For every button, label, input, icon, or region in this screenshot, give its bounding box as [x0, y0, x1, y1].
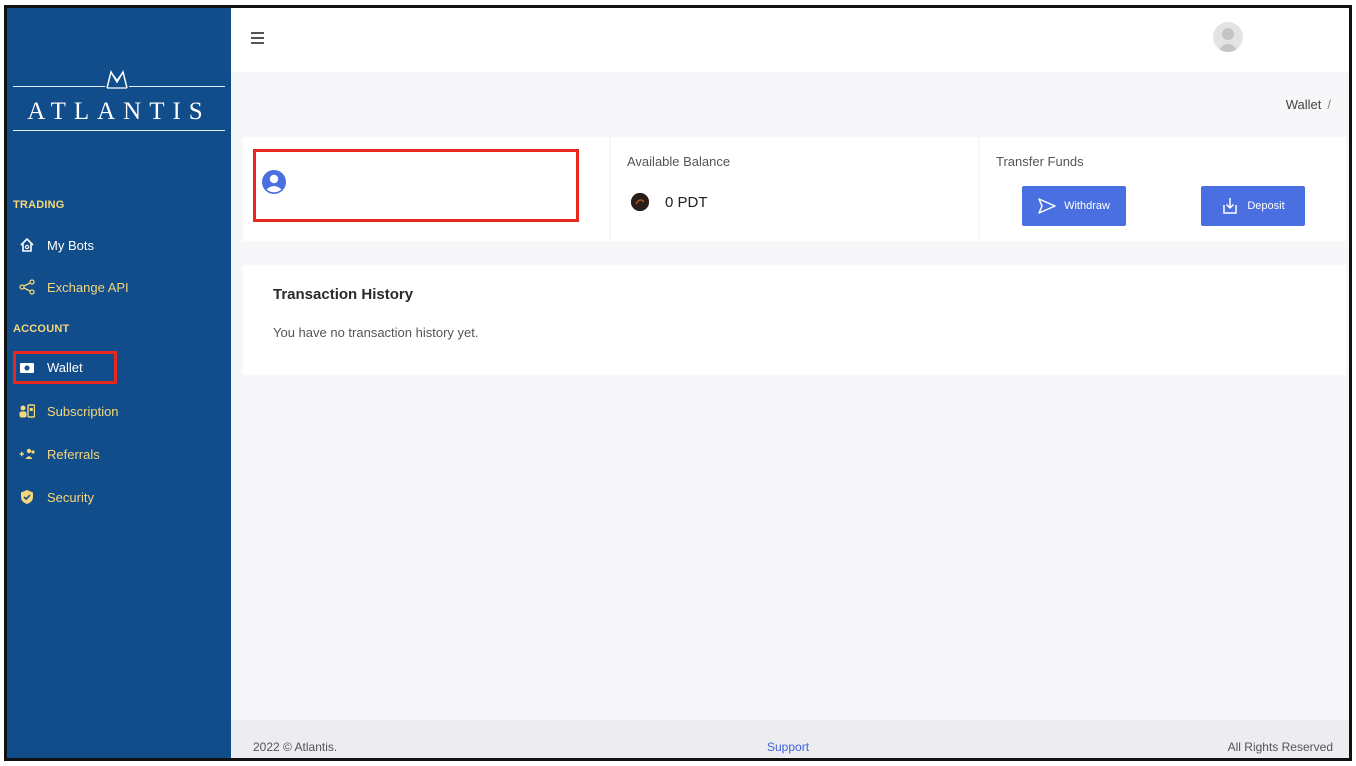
menu-toggle-icon[interactable] [251, 32, 264, 44]
crown-logo-icon [106, 70, 128, 89]
sidebar-item-exchange-api[interactable]: Exchange API [13, 272, 129, 302]
add-users-icon [19, 448, 35, 459]
footer-rights: All Rights Reserved [1227, 740, 1333, 754]
sidebar-item-label: Security [47, 489, 94, 505]
balance-value: 0 PDT [665, 193, 708, 211]
sidebar-item-wallet[interactable]: Wallet [13, 351, 117, 384]
breadcrumb: Wallet / [1286, 97, 1331, 112]
profile-card [243, 137, 609, 241]
app-window: ATLANTIS TRADING My Bots Exchange API AC… [4, 5, 1352, 761]
download-icon [1223, 198, 1238, 214]
section-heading-trading: TRADING [13, 199, 65, 211]
pdt-coin-icon [631, 193, 649, 211]
breadcrumb-separator: / [1327, 97, 1331, 112]
brand-name: ATLANTIS [27, 98, 211, 125]
sidebar-item-subscription[interactable]: Subscription [13, 396, 119, 426]
transfer-label: Transfer Funds [996, 154, 1084, 169]
home-icon [20, 237, 34, 252]
brand-logo[interactable]: ATLANTIS [7, 68, 231, 138]
transaction-empty-message: You have no transaction history yet. [273, 325, 479, 340]
balance-label: Available Balance [627, 154, 731, 169]
send-icon [1038, 198, 1056, 214]
transfer-card: Transfer Funds Withdraw Deposit [980, 137, 1346, 241]
support-link[interactable]: Support [767, 740, 809, 754]
section-heading-account: ACCOUNT [13, 323, 70, 335]
sidebar-item-label: Exchange API [47, 279, 129, 295]
shield-icon [21, 490, 33, 504]
transaction-history-title: Transaction History [273, 286, 414, 303]
profile-highlight [253, 149, 579, 222]
sidebar-item-label: Referrals [47, 446, 100, 462]
sidebar-item-security[interactable]: Security [13, 482, 94, 512]
sidebar-item-referrals[interactable]: Referrals [13, 439, 100, 469]
sidebar-item-my-bots[interactable]: My Bots [13, 230, 94, 260]
transaction-history-card: Transaction History You have no transact… [243, 265, 1346, 375]
footer-copyright: 2022 © Atlantis. [253, 740, 338, 754]
withdraw-button[interactable]: Withdraw [1022, 186, 1126, 226]
withdraw-label: Withdraw [1064, 200, 1110, 212]
user-circle-icon [262, 170, 286, 194]
user-avatar[interactable] [1213, 22, 1243, 52]
summary-cards: Available Balance 0 PDT Transfer Funds W… [243, 137, 1346, 241]
share-icon [19, 279, 35, 295]
user-silhouette-icon [1217, 28, 1239, 52]
deposit-label: Deposit [1247, 200, 1285, 212]
subscription-icon [19, 404, 35, 418]
balance-card: Available Balance 0 PDT [611, 137, 978, 241]
breadcrumb-current: Wallet [1285, 97, 1322, 112]
sidebar: ATLANTIS TRADING My Bots Exchange API AC… [7, 8, 231, 758]
top-bar [231, 8, 1349, 72]
sidebar-item-label: Subscription [47, 403, 119, 419]
sidebar-item-label: My Bots [47, 237, 94, 253]
sidebar-item-label: Wallet [47, 360, 83, 375]
wallet-icon [20, 362, 34, 373]
deposit-button[interactable]: Deposit [1201, 186, 1305, 226]
footer: 2022 © Atlantis. Support All Rights Rese… [231, 720, 1349, 758]
